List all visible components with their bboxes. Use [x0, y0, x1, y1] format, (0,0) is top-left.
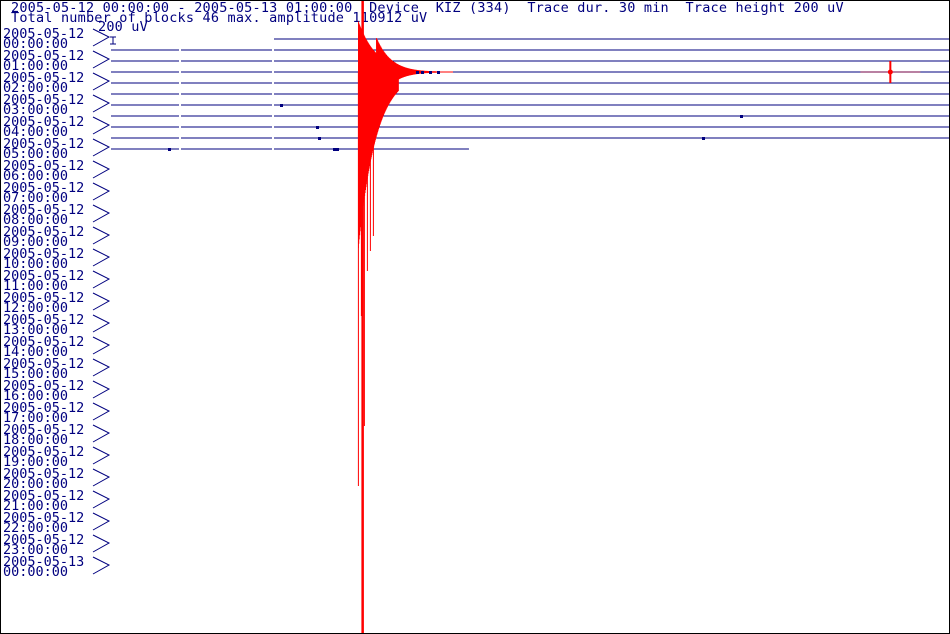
- block-gap: [179, 137, 181, 140]
- hour-arrow-marker: [92, 28, 111, 47]
- block-gap: [272, 126, 274, 129]
- hour-arrow-marker: [92, 72, 111, 91]
- hour-arrow-marker: [92, 204, 111, 223]
- block-gap: [272, 148, 274, 151]
- trace-blip: [740, 115, 743, 118]
- trace-blip: [280, 104, 283, 107]
- hour-arrow-marker: [92, 358, 111, 377]
- block-gap: [272, 82, 274, 85]
- block-gap: [179, 71, 181, 74]
- seismogram-window: 2005-05-12 00:00:00 - 2005-05-13 01:00:0…: [0, 0, 950, 634]
- block-gap: [179, 104, 181, 107]
- hour-arrow-marker: [92, 556, 111, 575]
- hour-arrow-marker: [92, 314, 111, 333]
- hour-arrow-marker: [92, 160, 111, 179]
- block-gap: [179, 148, 181, 151]
- hour-arrow-marker: [92, 94, 111, 113]
- hour-arrow-marker: [92, 292, 111, 311]
- hour-label-time: 00:00:00: [3, 564, 68, 580]
- hour-arrow-marker: [92, 226, 111, 245]
- hour-arrow-marker: [92, 50, 111, 69]
- block-gap: [179, 49, 181, 52]
- block-gap: [179, 126, 181, 129]
- hour-arrow-marker: [92, 336, 111, 355]
- hour-arrow-marker: [92, 534, 111, 553]
- hour-arrow-marker: [92, 468, 111, 487]
- block-gap: [272, 104, 274, 107]
- block-gap: [179, 115, 181, 118]
- hour-arrow-marker: [92, 270, 111, 289]
- hour-arrow-marker: [92, 380, 111, 399]
- hour-arrow-marker: [92, 446, 111, 465]
- hour-arrow-marker: [92, 490, 111, 509]
- block-gap: [272, 115, 274, 118]
- earthquake-event: [357, 1, 921, 633]
- coda-blip: [437, 71, 440, 74]
- hour-arrow-marker: [92, 138, 111, 157]
- trace-blip: [702, 137, 705, 140]
- scale-bar: [110, 36, 116, 45]
- trace-blip: [168, 148, 171, 151]
- seismogram-plot: 2005-05-1200:00:002005-05-1201:00:002005…: [3, 1, 949, 633]
- hour-arrow-marker: [92, 248, 111, 267]
- trace-blip: [333, 148, 336, 151]
- trace-blip: [316, 126, 319, 129]
- trace-lines: [111, 38, 949, 151]
- hour-arrow-marker: [92, 512, 111, 531]
- hour-arrow-marker: [92, 116, 111, 135]
- block-gap: [272, 137, 274, 140]
- secondary-burst-center: [887, 69, 893, 75]
- hour-labels: 2005-05-1200:00:002005-05-1201:00:002005…: [3, 26, 111, 580]
- coda-blip: [429, 71, 432, 74]
- hour-arrow-marker: [92, 402, 111, 421]
- block-gap: [272, 93, 274, 96]
- trace-blip: [318, 137, 321, 140]
- coda-blip: [416, 71, 419, 74]
- hour-arrow-marker: [92, 424, 111, 443]
- block-gap: [272, 49, 274, 52]
- block-gap: [179, 93, 181, 96]
- block-gap: [179, 60, 181, 63]
- block-gap: [272, 60, 274, 63]
- block-gap: [179, 82, 181, 85]
- coda-blip: [421, 71, 424, 74]
- block-gap: [272, 71, 274, 74]
- trace-blip: [336, 148, 339, 151]
- hour-arrow-marker: [92, 182, 111, 201]
